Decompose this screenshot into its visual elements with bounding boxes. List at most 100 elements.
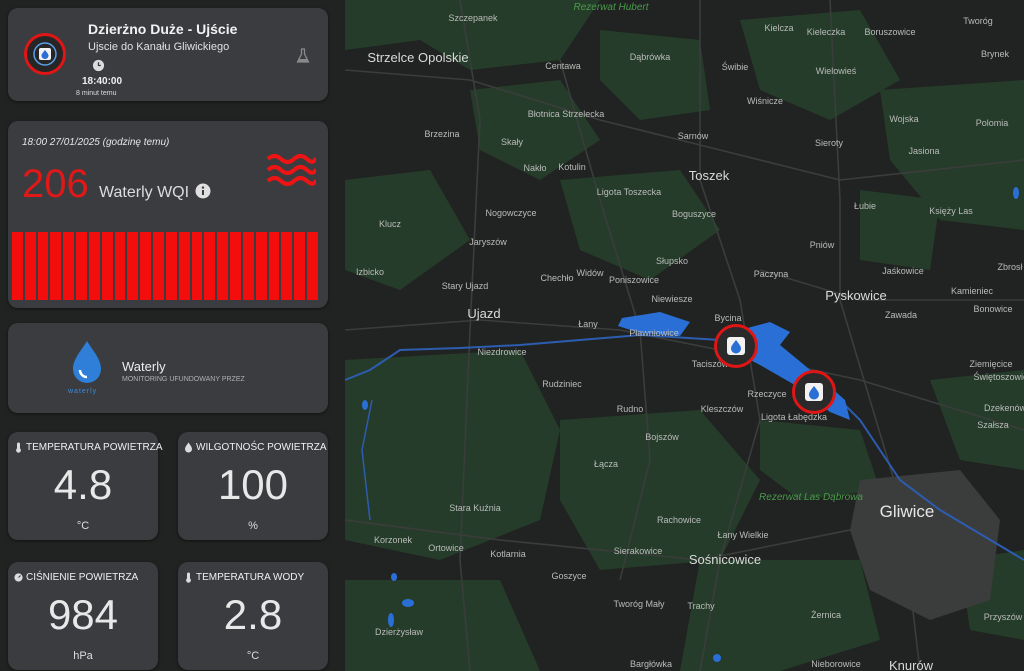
wqi-history-bar (217, 232, 229, 300)
place-label: Szczepanek (448, 13, 498, 23)
air-temperature-card: TEMPERATURA POWIETRZA 4.8 °C (8, 432, 163, 540)
waterly-logo-icon (73, 341, 101, 383)
place-label: Klucz (379, 219, 402, 229)
wqi-history-bar (204, 232, 216, 300)
place-label: Sośnicowice (689, 552, 761, 567)
wqi-history-bar (153, 232, 164, 300)
place-label: Kamieniec (951, 286, 994, 296)
place-label: Łubie (854, 201, 876, 211)
wqi-history-bar (307, 232, 318, 300)
station-logo-icon (24, 33, 66, 75)
place-label: Pławniowice (629, 328, 679, 338)
place-label: Boguszyce (672, 209, 716, 219)
wqi-value: 206 (22, 162, 89, 206)
place-label: Kielcza (764, 23, 793, 33)
flask-icon[interactable] (296, 48, 310, 64)
water-quality-card: 18:00 27/01/2025 (godzinę temu) 206 Wate… (8, 121, 328, 308)
place-label: Łącza (594, 459, 618, 469)
station-header-card: Dzierżno Duże - Ujście Ujscie do Kanału … (8, 8, 328, 101)
info-icon[interactable] (195, 183, 211, 199)
wqi-history-bar (37, 232, 49, 300)
sensor-value: 2.8 (223, 591, 283, 638)
place-label: Ujazd (467, 306, 500, 321)
place-label: Kotulin (558, 162, 586, 172)
wqi-history-bar (178, 232, 190, 300)
place-label: Skały (501, 137, 524, 147)
wqi-history-bar (140, 232, 152, 300)
measurement-age: 8 minut temu (76, 90, 117, 97)
place-label: Niezdrowice (477, 347, 526, 357)
place-label: Słupsko (656, 256, 688, 266)
sponsor-card[interactable]: waterly Waterly MONITORING UFUNDOWANY PR… (8, 323, 328, 413)
station-marker[interactable] (792, 370, 836, 414)
wqi-history-bar (294, 232, 306, 300)
wqi-history-bar (101, 232, 113, 300)
place-label: Stara Kuźnia (449, 503, 501, 513)
wqi-history-bar (24, 232, 36, 300)
wqi-history-bar (50, 232, 62, 300)
place-label: Izbicko (356, 267, 384, 277)
place-label: Rudno (617, 404, 644, 414)
sensor-value: 100 (217, 461, 289, 508)
place-label: Jasiona (908, 146, 939, 156)
place-label: Przyszów (984, 612, 1023, 622)
place-label: Jaśkowice (882, 266, 924, 276)
place-label: Świętoszowice (973, 371, 1024, 382)
wqi-history-bar (191, 232, 203, 300)
place-label: Brynek (981, 49, 1010, 59)
place-label: Brzezina (424, 129, 459, 139)
place-label: Centawa (545, 61, 581, 71)
place-label: Dąbrówka (630, 52, 671, 62)
air-pressure-card: CIŚNIENIE POWIETRZA 984 hPa (8, 562, 158, 670)
place-label: Świbie (722, 61, 749, 72)
sensor-value: 4.8 (53, 461, 113, 508)
air-humidity-card: WILGOTNOŚC POWIETRZA 100 % (178, 432, 328, 540)
place-label: Ziemięcice (969, 359, 1012, 369)
wqi-history-bar (268, 232, 280, 300)
place-label: Rzeczyce (747, 389, 786, 399)
logo-caption: waterly (68, 388, 98, 395)
clock-icon (92, 59, 105, 72)
place-label: Kleszczów (701, 404, 744, 414)
waves-icon (266, 154, 316, 186)
sensor-label: WILGOTNOŚC POWIETRZA (196, 442, 327, 453)
place-label: Zawada (885, 310, 917, 320)
place-label: Wiśnicze (747, 96, 783, 106)
place-label: Sierakowice (614, 546, 663, 556)
thermometer-icon (186, 572, 191, 583)
place-label: Toszek (689, 168, 730, 183)
place-label: Księży Las (929, 206, 973, 216)
place-label: Nogowczyce (485, 208, 536, 218)
wqi-history-bar (63, 232, 75, 300)
place-label: Niewiesze (651, 294, 692, 304)
sensor-unit: hPa (73, 650, 93, 662)
place-label: Kieleczka (807, 27, 846, 37)
station-subtitle: Ujscie do Kanału Gliwickiego (88, 41, 230, 53)
place-label: Ortowice (428, 543, 464, 553)
place-label: Bonowice (973, 304, 1012, 314)
place-label: Pniów (810, 240, 835, 250)
place-label: Rezerwat Hubert (573, 2, 649, 13)
place-label: Sieroty (815, 138, 844, 148)
place-label: Tworóg (963, 16, 993, 26)
sensor-value: 984 (47, 591, 119, 638)
sensor-label: TEMPERATURA POWIETRZA (26, 442, 163, 453)
place-label: Dzekenów (984, 403, 1024, 413)
place-label: Boruszowice (864, 27, 915, 37)
place-label: Pyskowice (825, 288, 886, 303)
place-label: Szałsza (977, 420, 1009, 430)
station-marker-icon (727, 337, 745, 355)
gauge-icon (14, 573, 23, 582)
place-label: Paczyna (754, 269, 789, 279)
place-label: Dzierżysław (375, 627, 424, 637)
wqi-history-bar (114, 232, 126, 300)
station-marker[interactable] (714, 324, 758, 368)
place-label: Żernica (811, 610, 841, 620)
place-label: Sarnów (678, 131, 709, 141)
wqi-history-bar (281, 232, 293, 300)
place-label: Wielowieś (816, 66, 857, 76)
place-label: Bojszów (645, 432, 679, 442)
place-label: Tworóg Mały (613, 599, 665, 609)
place-label: Jaryszów (469, 237, 507, 247)
sensor-label: CIŚNIENIE POWIETRZA (26, 572, 139, 583)
